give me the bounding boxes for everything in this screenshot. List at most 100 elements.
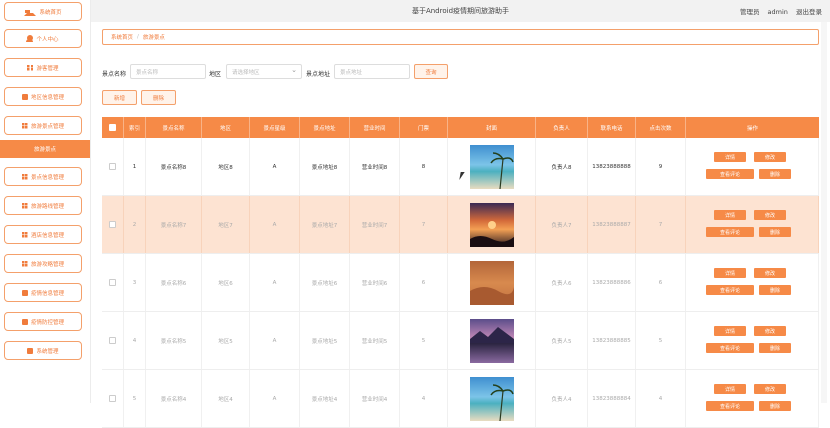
address-input[interactable]: 景点地址 [334,64,410,79]
cell-index: 5 [124,370,146,427]
sidebar-item-visitors[interactable]: 游客管理 [4,58,82,77]
sidebar-item-spots-active[interactable]: 旅游景点 [0,140,90,158]
cell-phone: 13823888885 [588,312,636,369]
sidebar-item-label: 疫情防控管理 [30,319,64,326]
page-scrollbar[interactable] [821,22,827,403]
add-button[interactable]: 新增 [102,90,137,105]
select-all-checkbox[interactable] [109,124,116,131]
table-row[interactable]: 4 景点名称5 地区5 A 景点地址5 营业时间5 5 负责人5 13823888885 5 详情修… [102,312,819,370]
cell-manager: 负责人4 [536,370,588,427]
sidebar-item-hotels[interactable]: 酒店信息管理 [4,225,82,244]
query-button[interactable]: 查询 [414,64,448,79]
cell-actions: 详情 修改 查看评论 删除 [686,196,819,253]
row-actions: 详情 修改 查看评论 删除 [686,312,818,369]
row-delete-button[interactable]: 删除 [759,343,791,353]
sidebar-item-label: 疫情信息管理 [30,290,64,297]
sidebar-item-routes[interactable]: 旅游路线管理 [4,196,82,215]
row-checkbox[interactable] [109,221,116,228]
name-label: 景点名称 [102,71,127,78]
cell-ticket: 4 [400,370,448,427]
name-input[interactable]: 景点名称 [130,64,206,79]
cell-clicks: 7 [636,196,686,253]
row-select [102,138,124,195]
sidebar-item-epidemic-control[interactable]: 疫情防控管理 [4,312,82,331]
view-comments-button[interactable]: 查看评论 [706,343,754,353]
cell-hours: 营业时间5 [350,312,400,369]
row-select [102,370,124,427]
edit-button[interactable]: 修改 [754,152,786,162]
row-checkbox[interactable] [109,337,116,344]
cell-cover [448,196,536,253]
delete-button[interactable]: 删除 [141,90,176,105]
cell-ticket: 7 [400,196,448,253]
col-phone: 联系电话 [588,117,636,138]
row-checkbox[interactable] [109,395,116,402]
logout-link[interactable]: 退出登录 [796,8,822,16]
edit-button[interactable]: 修改 [754,268,786,278]
view-comments-button[interactable]: 查看评论 [706,169,754,179]
sidebar-item-label: 地区信息管理 [30,94,64,101]
cell-phone: 13823888884 [588,370,636,427]
table-row[interactable]: 3 景点名称6 地区6 A 景点地址6 营业时间6 6 负责人6 13823888886 6 详情修… [102,254,819,312]
sidebar-item-label: 旅游路线管理 [30,203,64,210]
cell-address: 景点地址6 [300,254,350,311]
row-actions: 详情 修改 查看评论 删除 [686,254,818,311]
sidebar-item-regions[interactable]: 地区信息管理 [4,87,82,106]
detail-button[interactable]: 详情 [714,152,746,162]
select-all-cell[interactable] [102,117,124,138]
cell-ticket: 8 [400,138,448,195]
breadcrumb-home[interactable]: 系统首页 [111,33,133,41]
cell-clicks: 6 [636,254,686,311]
table-row[interactable]: 1 景点名称8 地区8 A 景点地址8 营业时间8 8 负责人8 13823888888 9 详情修… [102,138,819,196]
col-clicks: 点击次数 [636,117,686,138]
cell-address: 景点地址7 [300,196,350,253]
cell-region: 地区4 [202,370,250,427]
sidebar-item-spot-info[interactable]: 景点信息管理 [4,167,82,186]
edit-button[interactable]: 修改 [754,384,786,394]
box-icon [21,289,28,296]
row-select [102,196,124,253]
row-actions: 详情 修改 查看评论 删除 [686,138,818,195]
home-icon [24,7,37,16]
grid-icon [21,122,28,129]
view-comments-button[interactable]: 查看评论 [706,227,754,237]
row-checkbox[interactable] [109,279,116,286]
cell-star: A [250,138,300,195]
detail-button[interactable]: 详情 [714,384,746,394]
cell-clicks: 4 [636,370,686,427]
grid-icon [21,173,28,180]
cell-name: 景点名称6 [146,254,202,311]
sidebar-item-epidemic-info[interactable]: 疫情信息管理 [4,283,82,302]
sidebar-item-profile[interactable]: 个人中心 [4,29,82,48]
cell-star: A [250,312,300,369]
edit-button[interactable]: 修改 [754,210,786,220]
sidebar-item-spot-admin[interactable]: 旅游景点管理 [4,116,82,135]
header-user-area: 管理员 admin 退出登录 [734,6,822,16]
cover-image [469,144,514,189]
sidebar-item-system[interactable]: 系统管理 [4,341,82,360]
row-delete-button[interactable]: 删除 [759,169,791,179]
grid-icon [21,202,28,209]
edit-button[interactable]: 修改 [754,326,786,336]
col-address: 景点地址 [300,117,350,138]
address-label: 景点地址 [306,71,331,78]
cell-index: 1 [124,138,146,195]
region-select[interactable]: 请选择地区 [226,64,302,79]
table-row[interactable]: 5 景点名称4 地区4 A 景点地址4 营业时间4 4 负责人4 13823888884 4 详情修… [102,370,819,428]
breadcrumb-current: 旅游景点 [142,35,165,41]
detail-button[interactable]: 详情 [714,268,746,278]
cell-address: 景点地址8 [300,138,350,195]
sidebar-item-home[interactable]: 系统首页 [4,2,82,21]
sidebar-item-label: 个人中心 [36,36,59,43]
view-comments-button[interactable]: 查看评论 [706,285,754,295]
table-row[interactable]: 2 景点名称7 地区7 A 景点地址7 营业时间7 7 负责人7 13823888887 7 详情修… [102,196,819,254]
row-delete-button[interactable]: 删除 [759,227,791,237]
user-role: 管理员 [739,8,760,16]
detail-button[interactable]: 详情 [714,210,746,220]
detail-button[interactable]: 详情 [714,326,746,336]
user-icon [25,34,34,42]
row-delete-button[interactable]: 删除 [759,285,791,295]
col-cover: 封面 [448,117,536,138]
row-checkbox[interactable] [109,163,116,170]
sidebar-item-guides[interactable]: 旅游攻略管理 [4,254,82,273]
